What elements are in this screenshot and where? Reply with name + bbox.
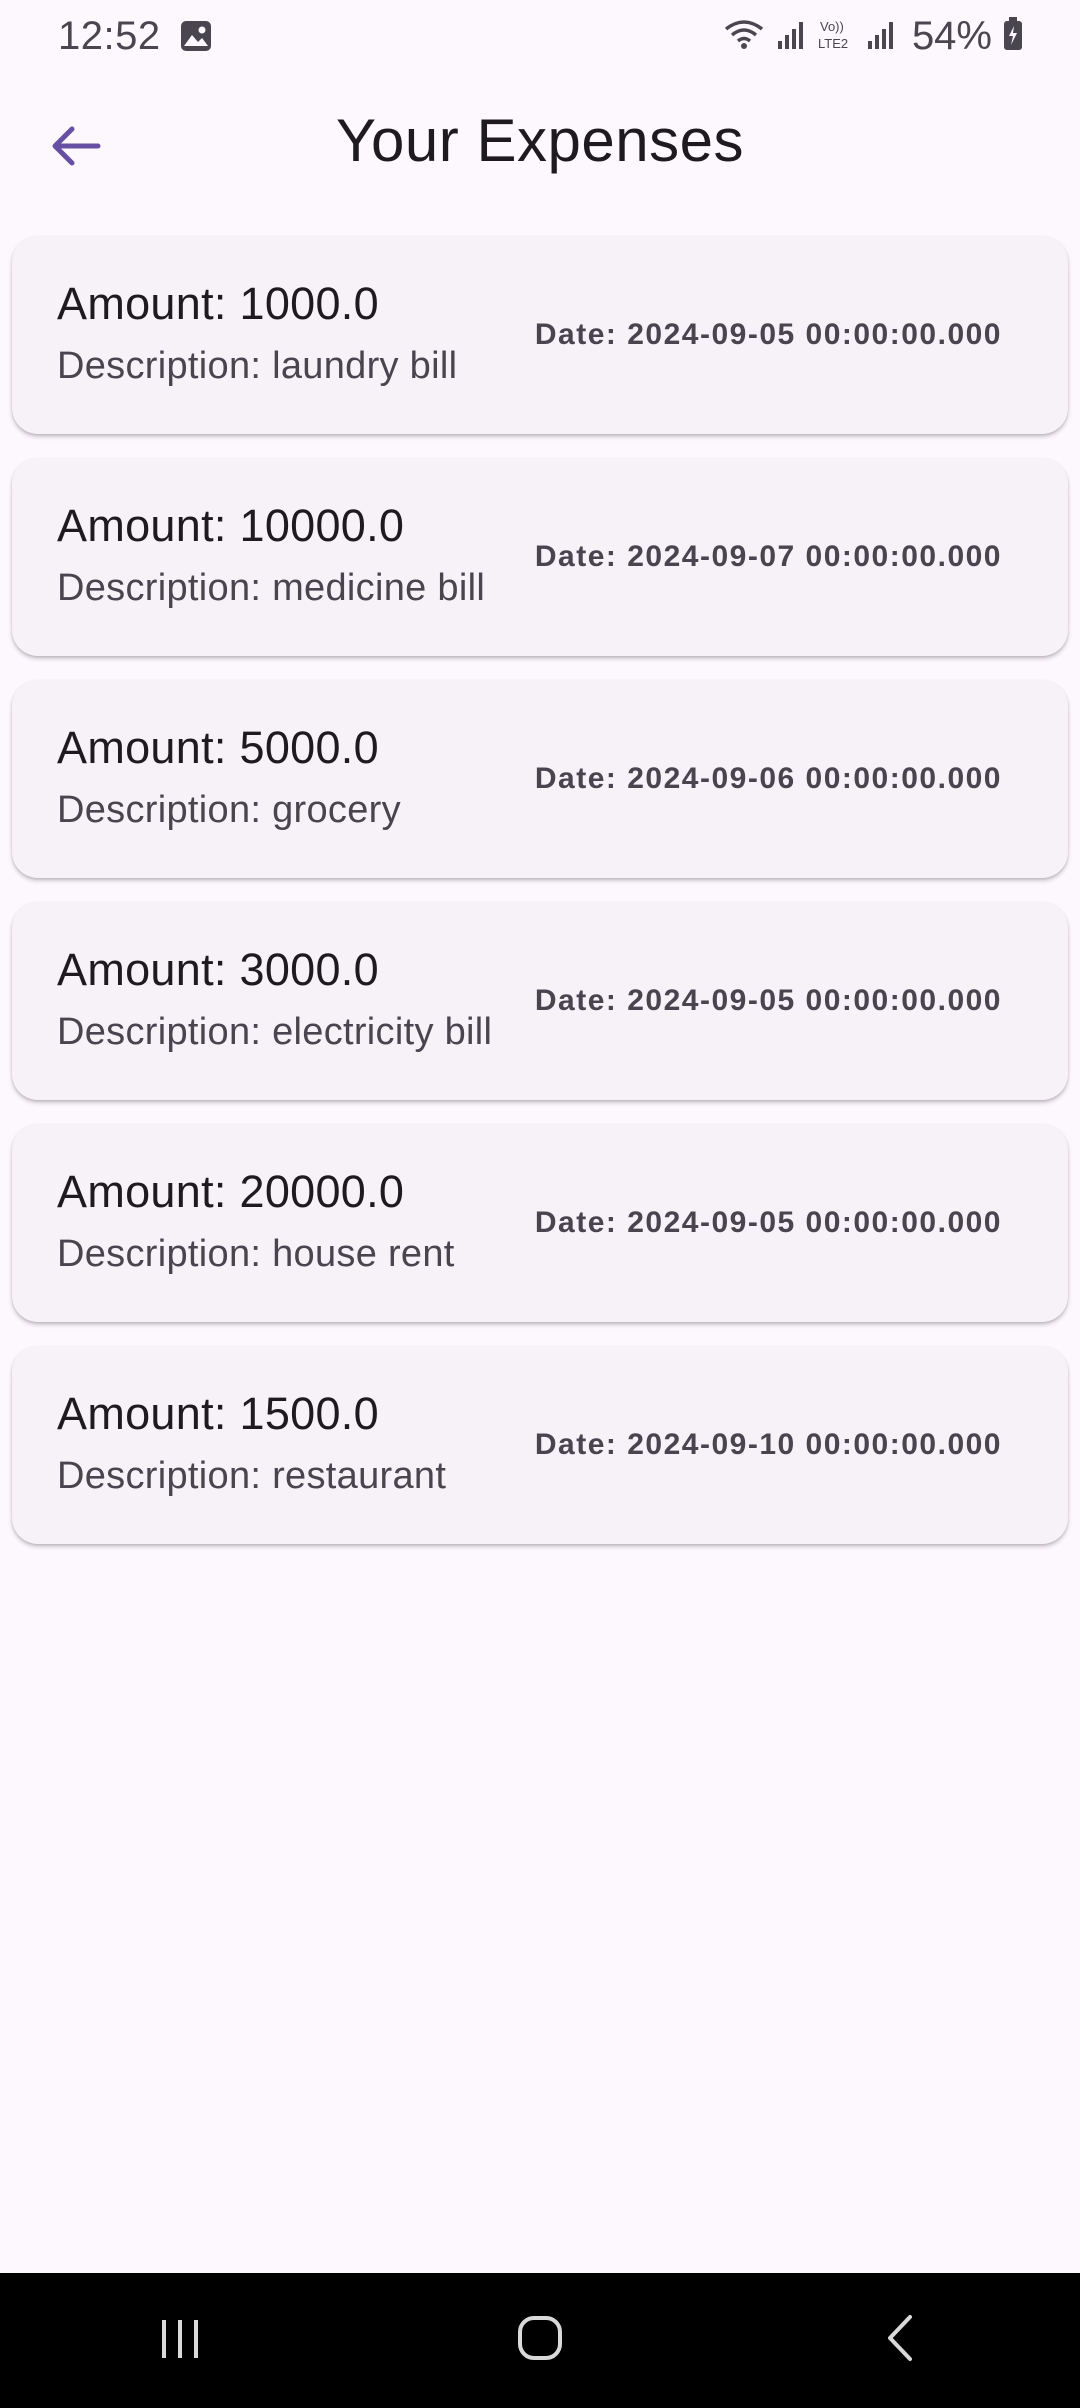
expense-card[interactable]: Amount: 1000.0 Description: laundry bill… xyxy=(12,236,1068,434)
expense-date: Date: 2024-09-06 00:00:00.000 xyxy=(534,762,1002,795)
nav-back-button[interactable] xyxy=(840,2301,960,2381)
recents-icon xyxy=(156,2314,204,2367)
expense-date: Date: 2024-09-10 00:00:00.000 xyxy=(534,1428,1002,1461)
svg-text:LTE2: LTE2 xyxy=(818,36,848,51)
expense-amount: Amount: 1000.0 xyxy=(57,278,379,329)
signal-icon xyxy=(866,17,896,56)
volte-icon: Vo)) LTE2 xyxy=(816,16,856,57)
expense-date: Date: 2024-09-05 00:00:00.000 xyxy=(534,318,1002,351)
app-bar: Your Expenses xyxy=(0,88,1080,200)
signal-icon xyxy=(776,17,806,56)
status-time: 12:52 xyxy=(58,13,161,58)
system-nav-bar xyxy=(0,2273,1080,2408)
page-title: Your Expenses xyxy=(336,107,744,174)
wifi-icon xyxy=(722,17,766,56)
expense-description: Description: house rent xyxy=(57,1233,455,1275)
expense-date: Date: 2024-09-07 00:00:00.000 xyxy=(534,540,1002,573)
home-button[interactable] xyxy=(480,2301,600,2381)
battery-icon xyxy=(1002,16,1024,57)
battery-percent: 54% xyxy=(911,13,992,58)
expense-amount: Amount: 20000.0 xyxy=(57,1166,405,1217)
back-icon xyxy=(880,2312,920,2369)
expense-info: Amount: 5000.0 Description: grocery xyxy=(57,720,497,838)
expense-amount: Amount: 1500.0 xyxy=(57,1388,379,1439)
expense-card[interactable]: Amount: 20000.0 Description: house rent … xyxy=(12,1124,1068,1322)
expense-amount: Amount: 5000.0 xyxy=(57,722,379,773)
expense-list: Amount: 1000.0 Description: laundry bill… xyxy=(12,236,1068,1568)
expense-info: Amount: 20000.0 Description: house rent xyxy=(57,1164,497,1282)
expense-card[interactable]: Amount: 1500.0 Description: restaurant D… xyxy=(12,1346,1068,1544)
home-icon xyxy=(515,2313,565,2368)
status-icons: Vo)) LTE2 54% xyxy=(722,14,1024,59)
expense-info: Amount: 1500.0 Description: restaurant xyxy=(57,1386,497,1504)
svg-text:Vo)): Vo)) xyxy=(820,19,844,34)
gallery-icon xyxy=(179,19,213,53)
expense-info: Amount: 10000.0 Description: medicine bi… xyxy=(57,498,497,616)
expense-card[interactable]: Amount: 10000.0 Description: medicine bi… xyxy=(12,458,1068,656)
expense-amount: Amount: 3000.0 xyxy=(57,944,379,995)
recents-button[interactable] xyxy=(120,2301,240,2381)
expense-info: Amount: 1000.0 Description: laundry bill xyxy=(57,276,497,394)
expense-card[interactable]: Amount: 3000.0 Description: electricity … xyxy=(12,902,1068,1100)
status-bar: 12:52 Vo)) LTE2 54% xyxy=(0,0,1080,72)
expense-card[interactable]: Amount: 5000.0 Description: grocery Date… xyxy=(12,680,1068,878)
expense-description: Description: restaurant xyxy=(57,1455,447,1497)
expense-amount: Amount: 10000.0 xyxy=(57,500,405,551)
expense-description: Description: medicine bill xyxy=(57,567,486,609)
expense-description: Description: grocery xyxy=(57,789,401,831)
expense-date: Date: 2024-09-05 00:00:00.000 xyxy=(534,1206,1002,1239)
expense-description: Description: electricity bill xyxy=(57,1011,493,1053)
expense-info: Amount: 3000.0 Description: electricity … xyxy=(57,942,497,1060)
expense-date: Date: 2024-09-05 00:00:00.000 xyxy=(534,984,1002,1017)
expense-description: Description: laundry bill xyxy=(57,345,458,387)
